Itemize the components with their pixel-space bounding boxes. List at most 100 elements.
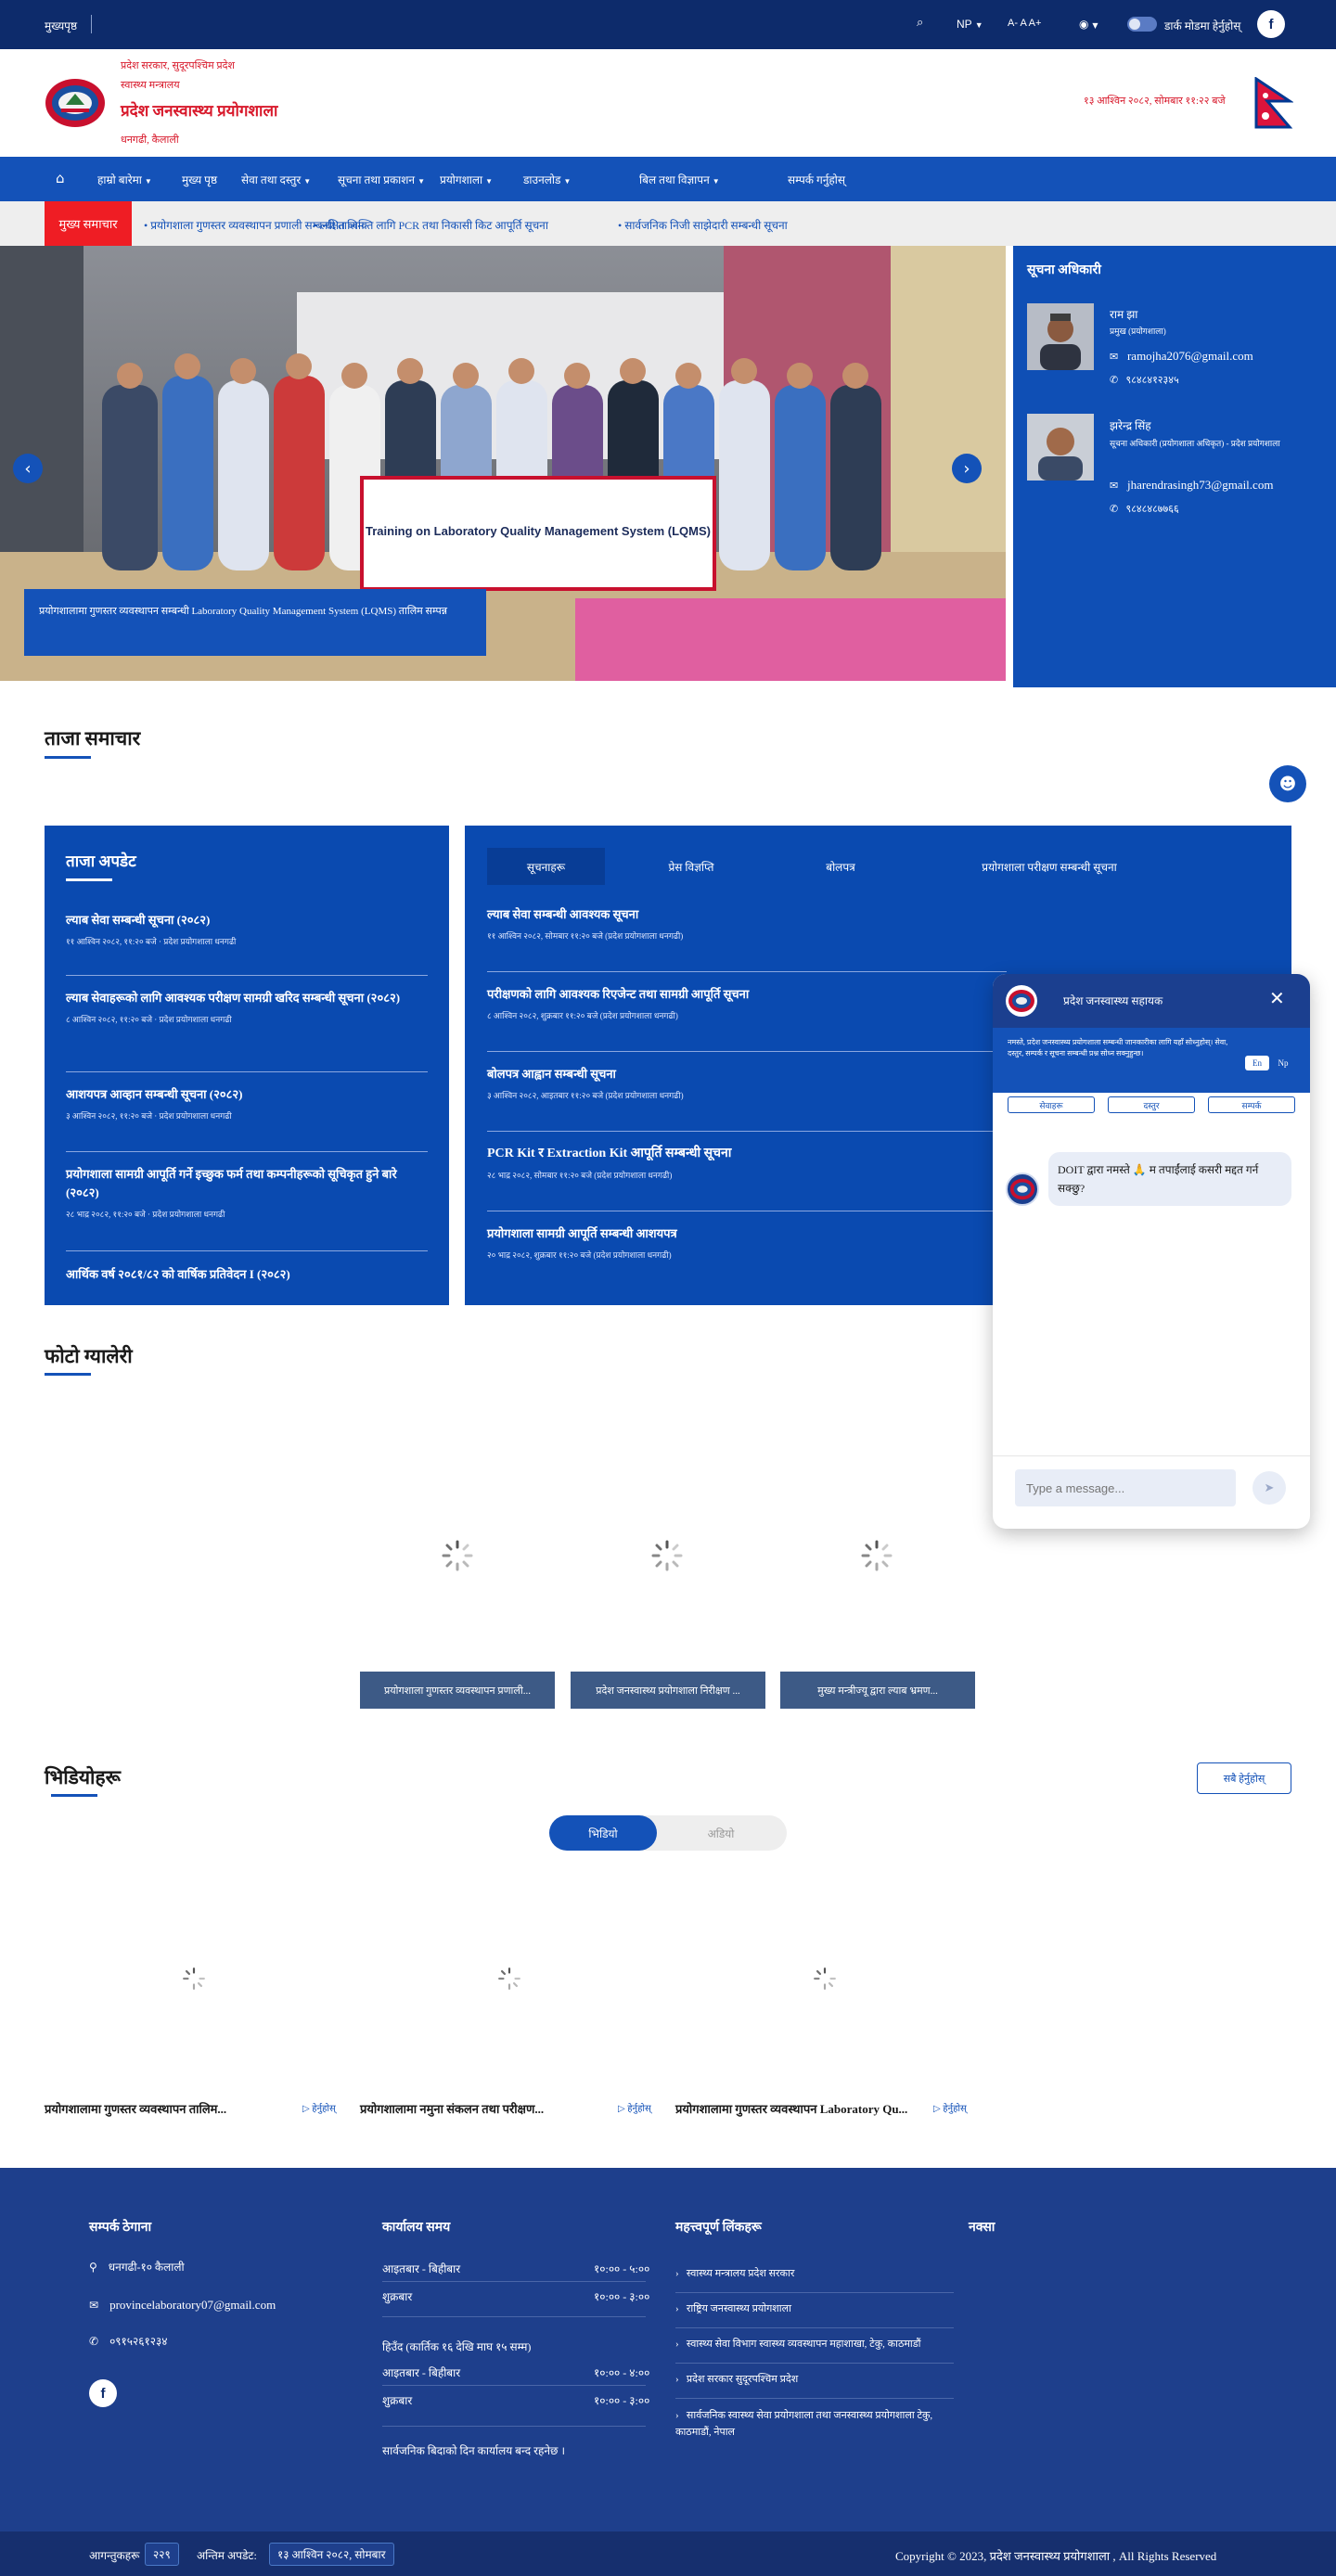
gallery-caption[interactable]: प्रदेश जनस्वास्थ्य प्रयोगशाला निरीक्षण .… [571,1672,765,1709]
nav-item-bills[interactable]: बिल तथा विज्ञापन ▼ [639,172,720,187]
loading-spinner-icon [498,1967,520,1990]
hero-slider[interactable]: Training on Laboratory Quality Managemen… [0,246,1006,681]
video-title[interactable]: प्रयोगशालामा गुणस्तर व्यवस्थापन तालिम... [45,2100,226,2117]
phone-icon: ✆ [89,2335,99,2348]
footer-link[interactable]: › राष्ट्रिय जनस्वास्थ्य प्रयोगशाला [675,2301,954,2315]
nepal-emblem-logo [45,79,105,127]
official-email[interactable]: ✉ jharendrasingh73@gmail.com [1110,478,1273,493]
news-item[interactable]: प्रयोगशाला सामग्री आपूर्ति गर्ने इच्छुक … [66,1165,428,1220]
updated-value: १३ आश्विन २०८२, सोमबार [269,2543,394,2566]
nav-item-lab[interactable]: प्रयोगशाला ▼ [440,172,493,187]
video-more-link[interactable]: ▷ हेर्नुहोस् [933,2101,967,2114]
nav-item-about[interactable]: हाम्रो बारेमा ▼ [97,172,152,187]
news-item[interactable]: आशयपत्र आव्हान सम्बन्धी सूचना (२०८२) ३ आ… [66,1085,428,1121]
hours-time: १०:०० - ३:०० [594,2394,650,2407]
facebook-icon[interactable]: f [1257,10,1285,38]
notice-item[interactable]: ल्याब सेवा सम्बन्धी आवश्यक सूचना ११ आश्व… [487,905,1007,942]
footer-contact-title: सम्पर्क ठेगाना [89,2221,152,2235]
accessibility-eye-icon[interactable]: ◉ ▼ [1079,18,1098,31]
news-divider [487,1131,1007,1132]
nav-item-downloads[interactable]: डाउनलोड ▼ [523,172,571,187]
hours-day: शुक्रबार [382,2394,413,2407]
news-ticker: मुख्य समाचार • प्रयोगशाला गुणस्तर व्यवस्… [0,201,1336,246]
ticker-item[interactable]: • सार्वजनिक निजी साझेदारी सम्बन्धी सूचना [618,217,788,233]
footer-phone[interactable]: ✆ ०९१५२६१२३४ [89,2333,167,2349]
updated-label: अन्तिम अपडेट: [197,2549,257,2562]
mail-icon: ✉ [1110,480,1119,492]
video-title[interactable]: प्रयोगशालामा गुणस्तर व्यवस्थापन Laborato… [675,2100,907,2117]
notice-item[interactable]: प्रयोगशाला सामग्री आपूर्ति सम्बन्धी आशयप… [487,1224,1007,1261]
slide-caption[interactable]: प्रयोगशालामा गुणस्तर व्यवस्थापन सम्बन्धी… [24,589,486,656]
slider-next-chevron-right-icon[interactable]: › [952,454,982,483]
lang-en-button[interactable]: En [1245,1056,1269,1070]
close-icon[interactable]: ✕ [1269,987,1285,1009]
official-phone[interactable]: ✆ ९८४८४१२३४५ [1110,373,1179,387]
mail-icon: ✉ [1110,351,1119,363]
chat-message-input[interactable] [1015,1469,1236,1506]
nav-item-services[interactable]: सेवा तथा दस्तुर ▼ [241,172,311,187]
loading-spinner-icon [183,1967,205,1990]
news-item[interactable]: ल्याब सेवाहरूको लागि आवश्यक परीक्षण सामग… [66,989,428,1025]
footer-link[interactable]: › प्रदेश सरकार सुदूरपश्चिम प्रदेश [675,2372,954,2386]
tab-press-release[interactable]: प्रेस विज्ञप्ति [626,848,756,885]
view-all-button[interactable]: सबै हेर्नुहोस् [1197,1762,1291,1794]
font-size-controls[interactable]: A- A A+ [1008,18,1041,29]
slider-prev-chevron-left-icon[interactable]: ‹ [13,454,43,483]
footer-divider [382,2316,646,2317]
chevron-right-icon: › [675,2374,679,2385]
news-item[interactable]: आर्थिक वर्ष २०८१/८२ को वार्षिक प्रतिवेदन… [66,1265,428,1284]
facebook-icon[interactable]: f [89,2379,117,2407]
hours-time: १०:०० - ५:०० [594,2262,650,2275]
official-email[interactable]: ✉ ramojha2076@gmail.com [1110,349,1253,364]
nav-item-contact[interactable]: सम्पर्क गर्नुहोस् [788,172,845,187]
top-home-link[interactable]: मुख्यपृष्ठ [45,18,77,33]
official-role: सूचना अधिकारी (प्रयोगशाला अधिकृत) - प्रद… [1110,439,1280,448]
quick-reply-button[interactable]: सेवाहरू [1008,1096,1095,1113]
chat-divider [993,1455,1310,1456]
dark-mode-label: डार्क मोडमा हेर्नुहोस् [1164,19,1241,32]
notice-item[interactable]: बोलपत्र आह्वान सम्बन्धी सूचना ३ आश्विन २… [487,1065,1007,1101]
panel-underline [66,878,112,881]
banner-text: Training on Laboratory Quality Managemen… [366,524,711,538]
chat-widget: प्रदेश जनस्वास्थ्य सहायक ✕ नमस्ते, प्रदे… [993,974,1310,1529]
tab-notices[interactable]: सूचनाहरू [487,848,605,885]
chevron-right-icon: › [675,2268,679,2279]
footer-link[interactable]: › स्वास्थ्य सेवा विभाग स्वास्थ्य व्यवस्थ… [675,2337,954,2351]
bot-avatar [1006,1173,1039,1206]
video-more-link[interactable]: ▷ हेर्नुहोस् [618,2101,651,2114]
send-icon[interactable]: ➤ [1252,1471,1286,1505]
quick-reply-button[interactable]: दस्तुर [1108,1096,1195,1113]
footer-email[interactable]: ✉ provincelaboratory07@gmail.com [89,2298,276,2313]
news-item[interactable]: ल्याब सेवा सम्बन्धी सूचना (२०८२) ११ आश्व… [66,911,428,947]
nav-item-publications[interactable]: सूचना तथा प्रकाशन ▼ [338,172,425,187]
lang-np-button[interactable]: Np [1271,1056,1295,1070]
language-select[interactable]: NP ▼ [957,18,983,31]
official-phone[interactable]: ✆ ९८४८४८७७६६ [1110,502,1179,516]
toggle-video[interactable]: भिडियो [549,1815,657,1851]
gallery-caption[interactable]: प्रयोगशाला गुणस्तर व्यवस्थापन प्रणाली... [360,1672,555,1709]
footer-link[interactable]: › सार्वजनिक स्वास्थ्य सेवा प्रयोगशाला तथ… [675,2407,954,2441]
nav-item-home[interactable]: मुख्य पृष्ठ [182,172,217,187]
chatbot-robot-icon[interactable]: ☻ [1269,765,1306,802]
toggle-audio[interactable]: अडियो [661,1815,781,1851]
video-more-link[interactable]: ▷ हेर्नुहोस् [302,2101,336,2114]
ticker-item[interactable]: • लक्षित व्यक्ति लागि PCR तथा निकासी किट… [314,217,548,233]
section-title-news: ताजा समाचार [45,727,141,750]
search-icon[interactable]: ⌕ [917,16,923,30]
hours-time: १०:०० - ३:०० [594,2290,650,2303]
tab-tenders[interactable]: बोलपत्र [771,848,910,885]
video-title[interactable]: प्रयोगशालामा नमुना संकलन तथा परीक्षण... [360,2100,544,2117]
gallery-caption[interactable]: मुख्य मन्त्रीज्यू द्वारा ल्याब भ्रमण... [780,1672,975,1709]
dark-mode-toggle[interactable] [1127,17,1157,32]
office-name: प्रदेश जनस्वास्थ्य प्रयोगशाला [121,102,278,120]
tab-lab-notices[interactable]: प्रयोगशाला परीक्षण सम्बन्धी सूचना [919,848,1179,885]
hours-day: आइतबार - बिहीबार [382,2262,461,2275]
home-icon[interactable]: ⌂ [56,170,65,186]
hours-time: १०:०० - ४:०० [594,2366,650,2379]
chevron-right-icon: › [675,2410,679,2421]
notice-item[interactable]: परीक्षणको लागि आवश्यक रिएजेन्ट तथा सामग्… [487,985,1007,1021]
notice-item[interactable]: PCR Kit र Extraction Kit आपूर्ति सम्बन्ध… [487,1145,1007,1181]
quick-reply-button[interactable]: सम्पर्क [1208,1096,1295,1113]
section-title-gallery: फोटो ग्यालेरी [45,1345,133,1367]
footer-link[interactable]: › स्वास्थ्य मन्त्रालय प्रदेश सरकार [675,2266,954,2280]
